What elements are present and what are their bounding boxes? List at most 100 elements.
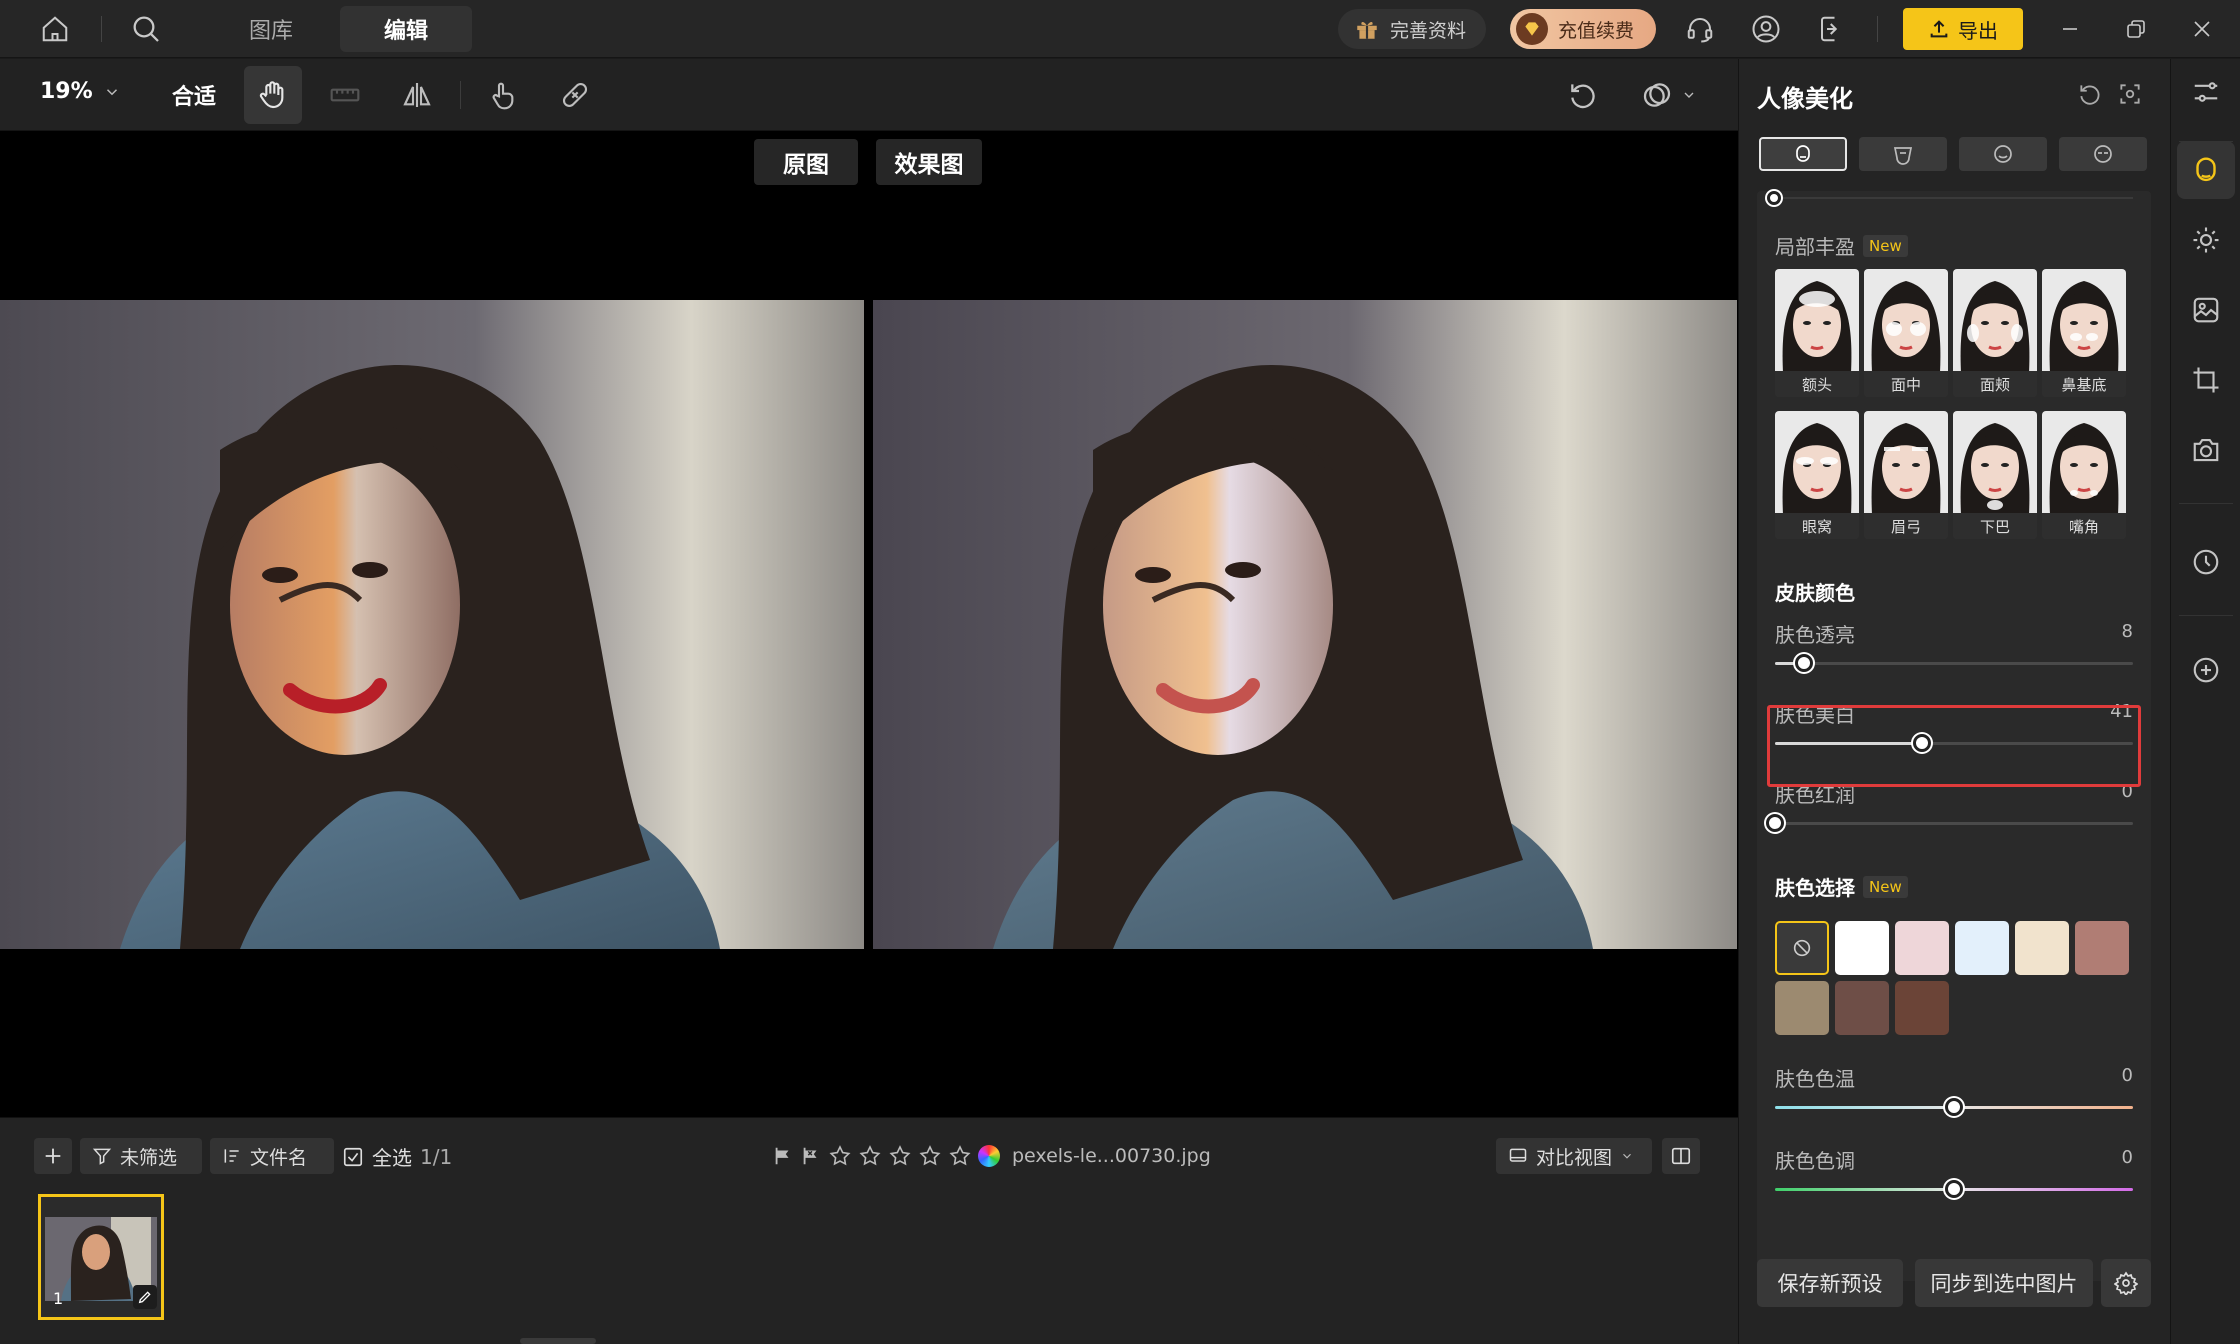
face-region-3[interactable]: 面颊 bbox=[1953, 269, 2037, 397]
face-region-1[interactable]: 额头 bbox=[1775, 269, 1859, 397]
effect-view-button[interactable]: 效果图 bbox=[876, 139, 982, 185]
chevron-down-icon bbox=[1681, 87, 1697, 103]
original-photo[interactable] bbox=[0, 300, 864, 949]
star-icon[interactable] bbox=[858, 1144, 882, 1168]
headset-icon[interactable] bbox=[1680, 9, 1720, 49]
skin-slider-knob-0[interactable] bbox=[1794, 654, 1813, 672]
tone-slider-value-1: 0 bbox=[2121, 1147, 2133, 1168]
skin-color-swatch[interactable] bbox=[1955, 921, 2009, 975]
light-icon[interactable] bbox=[2181, 215, 2231, 265]
tab-makeup[interactable] bbox=[1859, 137, 1947, 171]
gear-icon bbox=[2114, 1271, 2138, 1295]
compare-view-dropdown[interactable]: 对比视图 bbox=[1496, 1138, 1652, 1174]
previous-slider-track bbox=[1773, 197, 2133, 199]
save-preset-button[interactable]: 保存新预设 bbox=[1757, 1259, 1903, 1307]
skin-slider-track-2[interactable] bbox=[1775, 822, 2133, 825]
select-all-checkbox[interactable]: 全选 1/1 bbox=[342, 1142, 452, 1171]
star-icon[interactable] bbox=[888, 1144, 912, 1168]
effect-photo[interactable] bbox=[873, 300, 1737, 949]
zoom-dropdown[interactable]: 19% bbox=[40, 79, 121, 104]
ruler-icon bbox=[329, 79, 361, 111]
skin-color-swatch[interactable] bbox=[1895, 981, 1949, 1035]
home-icon[interactable] bbox=[35, 9, 75, 49]
tab-edit[interactable]: 编辑 bbox=[340, 6, 472, 52]
history-icon[interactable] bbox=[2181, 537, 2231, 587]
user-icon[interactable] bbox=[1746, 9, 1786, 49]
skin-slider-track-0[interactable] bbox=[1775, 662, 2133, 665]
tab-eyes[interactable] bbox=[2059, 137, 2147, 171]
add-circle-icon[interactable] bbox=[2181, 645, 2231, 695]
zoom-value: 19% bbox=[40, 79, 93, 104]
skin-color-swatch[interactable] bbox=[1895, 921, 1949, 975]
face-scan-icon[interactable] bbox=[2117, 81, 2143, 107]
tab-face-shape[interactable] bbox=[1759, 137, 1847, 171]
portrait-beauty-icon[interactable] bbox=[2177, 141, 2235, 199]
face-region-4[interactable]: 鼻基底 bbox=[2042, 269, 2126, 397]
minimize-icon[interactable] bbox=[2050, 9, 2090, 49]
complete-profile-button[interactable]: 完善资料 bbox=[1338, 9, 1486, 49]
flip-tool-button[interactable] bbox=[388, 66, 446, 124]
fit-button[interactable]: 合适 bbox=[172, 79, 216, 111]
tab-smile[interactable] bbox=[1959, 137, 2047, 171]
bandage-tool-button[interactable] bbox=[546, 66, 604, 124]
sync-settings-button[interactable] bbox=[2101, 1259, 2151, 1307]
skin-color-swatch[interactable] bbox=[1835, 981, 1889, 1035]
image-edit-icon[interactable] bbox=[2181, 285, 2231, 335]
color-label-icon[interactable] bbox=[978, 1145, 1000, 1167]
star-icon[interactable] bbox=[948, 1144, 972, 1168]
face-region-5[interactable]: 眼窝 bbox=[1775, 411, 1859, 539]
plus-icon bbox=[42, 1145, 64, 1167]
hand-tool-button[interactable] bbox=[244, 66, 302, 124]
logout-icon[interactable] bbox=[1812, 9, 1852, 49]
no-skin-color-swatch[interactable] bbox=[1775, 921, 1829, 975]
thumbnail-index: 1 bbox=[53, 1289, 64, 1308]
tone-slider-value-0: 0 bbox=[2121, 1065, 2133, 1086]
filename-label: pexels-le...00730.jpg bbox=[1012, 1145, 1211, 1167]
skin-color-swatch[interactable] bbox=[1775, 981, 1829, 1035]
recharge-button[interactable]: 充值续费 bbox=[1510, 9, 1656, 49]
face-region-8[interactable]: 嘴角 bbox=[2042, 411, 2126, 539]
skin-color-swatch[interactable] bbox=[2075, 921, 2129, 975]
crop-icon[interactable] bbox=[2181, 355, 2231, 405]
selection-count: 1/1 bbox=[420, 1144, 453, 1169]
export-button[interactable]: 导出 bbox=[1903, 8, 2023, 50]
tab-library[interactable]: 图库 bbox=[226, 6, 316, 52]
filmstrip-scrollbar[interactable] bbox=[520, 1338, 596, 1344]
touch-tool-button[interactable] bbox=[474, 66, 532, 124]
prohibit-icon bbox=[1777, 923, 1827, 973]
tone-slider-knob-1[interactable] bbox=[1945, 1180, 1963, 1198]
sync-button[interactable]: 同步到选中图片 bbox=[1915, 1259, 2093, 1307]
search-icon[interactable] bbox=[126, 9, 166, 49]
face-region-6[interactable]: 眉弓 bbox=[1864, 411, 1948, 539]
sort-label: 文件名 bbox=[250, 1146, 308, 1169]
star-icon[interactable] bbox=[828, 1144, 852, 1168]
export-label: 导出 bbox=[1958, 18, 1998, 43]
camera-icon[interactable] bbox=[2181, 425, 2231, 475]
overlay-dropdown[interactable] bbox=[1624, 66, 1714, 124]
skin-color-swatch[interactable] bbox=[2015, 921, 2069, 975]
upload-icon bbox=[1928, 18, 1950, 40]
split-view-button[interactable] bbox=[1662, 1138, 1700, 1174]
reject-flag-icon[interactable] bbox=[800, 1145, 822, 1167]
restore-icon[interactable] bbox=[2116, 9, 2156, 49]
add-button[interactable] bbox=[34, 1138, 72, 1174]
tone-slider-knob-0[interactable] bbox=[1945, 1098, 1963, 1116]
flag-icon[interactable] bbox=[772, 1145, 794, 1167]
reset-panel-icon[interactable] bbox=[2077, 81, 2103, 107]
face-region-label: 面颊 bbox=[1953, 371, 2037, 397]
reset-button[interactable] bbox=[1554, 66, 1612, 124]
adjust-icon[interactable] bbox=[2181, 67, 2231, 117]
star-icon[interactable] bbox=[918, 1144, 942, 1168]
tool-rail bbox=[2170, 59, 2240, 1344]
close-icon[interactable] bbox=[2182, 9, 2222, 49]
ruler-tool-button[interactable] bbox=[316, 66, 374, 124]
thumbnail[interactable]: 1 bbox=[38, 1194, 164, 1320]
skin-slider-knob-2[interactable] bbox=[1766, 814, 1784, 832]
previous-slider-knob[interactable] bbox=[1767, 191, 1781, 205]
face-region-2[interactable]: 面中 bbox=[1864, 269, 1948, 397]
sort-button[interactable]: 文件名 bbox=[210, 1138, 334, 1174]
face-region-7[interactable]: 下巴 bbox=[1953, 411, 2037, 539]
original-view-button[interactable]: 原图 bbox=[754, 139, 858, 185]
skin-color-swatch[interactable] bbox=[1835, 921, 1889, 975]
filter-button[interactable]: 未筛选 bbox=[80, 1138, 202, 1174]
